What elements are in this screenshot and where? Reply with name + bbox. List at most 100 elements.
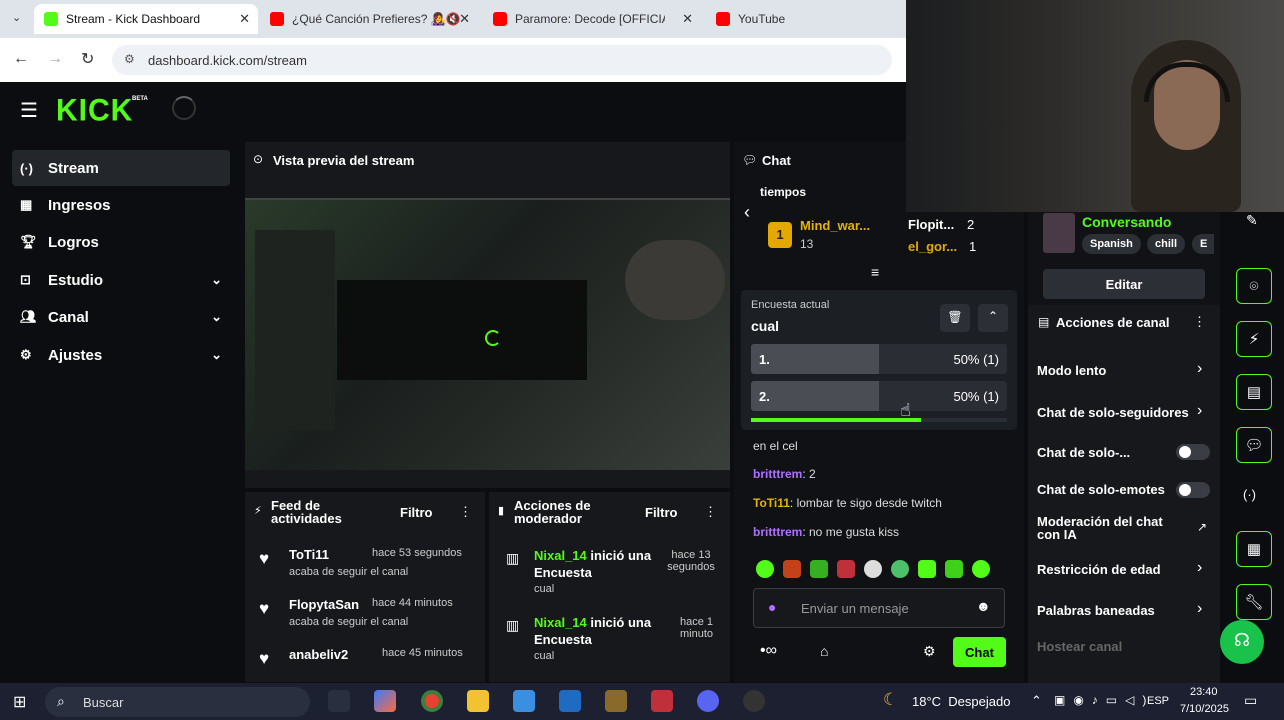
chat-input[interactable]: ● Enviar un mensaje ☻ xyxy=(753,588,1005,628)
support-icon[interactable]: ☊ xyxy=(1220,620,1264,664)
kick-logo[interactable]: KICK xyxy=(56,93,133,129)
feed-item-name[interactable]: anabeliv2 xyxy=(289,647,348,662)
mod-filter-button[interactable]: Filtro xyxy=(645,505,678,520)
edit-button[interactable]: Editar xyxy=(1043,269,1205,299)
tray-icons[interactable]: ▣◉♪▭◁) xyxy=(1054,693,1154,707)
emote-icon[interactable] xyxy=(918,560,936,578)
emote-icon[interactable] xyxy=(837,560,855,578)
clock-date[interactable]: 7/10/2025 xyxy=(1180,703,1229,715)
leader-count: 13 xyxy=(800,237,814,251)
sidebar-item-ingresos[interactable]: ▦ Ingresos xyxy=(12,187,230,223)
tray-chevron-icon[interactable]: ⌃ xyxy=(1031,693,1042,709)
emote-icon[interactable] xyxy=(891,560,909,578)
tag[interactable]: Spanish xyxy=(1082,234,1141,254)
chevron-up-icon[interactable]: ⌃ xyxy=(978,304,1008,332)
stream-video[interactable] xyxy=(245,198,730,470)
weather-text[interactable]: 18°C Despejado xyxy=(912,694,1010,709)
copilot-icon[interactable] xyxy=(374,690,396,712)
tab-list-chevron-icon[interactable]: ⌄ xyxy=(12,11,21,24)
poll-option[interactable]: 1. 50% (1) xyxy=(751,344,1007,374)
toggle-solo-subs[interactable] xyxy=(1176,444,1210,460)
emote-icon[interactable] xyxy=(783,560,801,578)
document-icon[interactable]: ▤ xyxy=(1236,374,1272,410)
outlook-icon[interactable] xyxy=(559,690,581,712)
action-age-restriction[interactable]: Restricción de edad xyxy=(1037,562,1207,577)
wrench-icon[interactable]: 🔧︎ xyxy=(1236,584,1272,620)
tab-youtube[interactable]: YouTube xyxy=(706,4,886,34)
menu-icon[interactable]: ☰ xyxy=(20,98,38,123)
action-banned-words[interactable]: Palabras baneadas xyxy=(1037,603,1207,618)
close-tab-icon[interactable]: ✕ xyxy=(459,11,470,27)
tag[interactable]: chill xyxy=(1147,234,1186,254)
chevron-left-icon[interactable]: ‹ xyxy=(744,202,750,223)
emote-icon[interactable] xyxy=(864,560,882,578)
emote-icon[interactable] xyxy=(945,560,963,578)
external-link-icon[interactable]: ↗ xyxy=(1197,520,1207,534)
emote-icon[interactable] xyxy=(756,560,774,578)
app-icon[interactable] xyxy=(651,690,673,712)
emote-icon[interactable] xyxy=(972,560,990,578)
tab-cancion[interactable]: ¿Qué Canción Prefieres? 👩‍🎤🔇 ✕ xyxy=(260,4,478,34)
tag[interactable]: E xyxy=(1192,234,1214,254)
emoji-icon[interactable]: ☻ xyxy=(976,598,991,614)
chevron-right-icon[interactable]: › xyxy=(1197,402,1202,420)
camera-icon[interactable]: ⌾ xyxy=(1236,268,1272,304)
reload-icon[interactable]: ↻ xyxy=(81,49,94,69)
layout-icon[interactable]: ▦ xyxy=(1236,531,1272,567)
chrome-icon[interactable] xyxy=(421,690,443,712)
more-options-icon[interactable]: ⋮ xyxy=(459,504,472,520)
emote-icon[interactable] xyxy=(810,560,828,578)
leader-name[interactable]: Flopit... xyxy=(908,217,954,232)
league-icon[interactable] xyxy=(605,690,627,712)
feed-filter-button[interactable]: Filtro xyxy=(400,505,433,520)
obs-icon[interactable] xyxy=(743,690,765,712)
taskbar-search[interactable]: ⌕ Buscar xyxy=(45,687,310,717)
action-modo-lento[interactable]: Modo lento xyxy=(1037,363,1207,378)
sidebar-item-logros[interactable]: 🏆︎ Logros xyxy=(12,224,230,260)
sidebar-item-ajustes[interactable]: ⚙ Ajustes ⌄ xyxy=(12,337,230,373)
mic-icon[interactable]: ● xyxy=(768,599,776,615)
tab-paramore[interactable]: Paramore: Decode [OFFICIAL VI ✕ xyxy=(483,4,701,34)
poll-option[interactable]: 2. 50% (1) xyxy=(751,381,1007,411)
sidebar-item-estudio[interactable]: ⊡ Estudio ⌄ xyxy=(12,262,230,298)
action-solo-seguidores[interactable]: Chat de solo-seguidores xyxy=(1037,405,1189,420)
bolt-icon[interactable]: ⚡︎ xyxy=(1236,321,1272,357)
leader-name[interactable]: el_gor... xyxy=(908,239,957,254)
more-options-icon[interactable]: ⋮ xyxy=(1193,314,1206,330)
store-icon[interactable]: ⌂ xyxy=(820,643,828,659)
explorer-icon[interactable] xyxy=(467,690,489,712)
windows-start-icon[interactable]: ⊞ xyxy=(13,692,26,712)
action-ia-moderation[interactable]: Moderación del chat con IA xyxy=(1037,515,1187,541)
sidebar-item-canal[interactable]: 👥︎ Canal ⌄ xyxy=(12,299,230,335)
feed-item-name[interactable]: FlopytaSan xyxy=(289,597,359,612)
forward-icon[interactable]: → xyxy=(47,50,63,68)
notification-icon[interactable]: ▭ xyxy=(1244,692,1257,709)
chevron-right-icon[interactable]: › xyxy=(1197,559,1202,577)
chat-settings-icon[interactable]: ⚙ xyxy=(923,643,936,660)
discord-icon[interactable] xyxy=(697,690,719,712)
collapse-icon[interactable]: ≡ xyxy=(871,264,879,280)
task-view-icon[interactable] xyxy=(328,690,350,712)
site-info-icon[interactable]: ⚙ xyxy=(124,52,135,66)
chevron-right-icon[interactable]: › xyxy=(1197,360,1202,378)
back-icon[interactable]: ← xyxy=(13,50,29,68)
calculator-icon[interactable] xyxy=(513,690,535,712)
more-options-icon[interactable]: ⋮ xyxy=(704,504,717,520)
feed-item-name[interactable]: ToTi11 xyxy=(289,547,329,562)
toggle-solo-emotes[interactable] xyxy=(1176,482,1210,498)
infinity-icon[interactable]: •∞ xyxy=(760,642,777,660)
chevron-right-icon[interactable]: › xyxy=(1197,600,1202,618)
sidebar-item-stream[interactable]: (·) Stream xyxy=(12,150,230,186)
close-tab-icon[interactable]: ✕ xyxy=(682,11,693,27)
clock-time[interactable]: 23:40 xyxy=(1190,686,1218,698)
chat-icon[interactable]: 💬︎ xyxy=(1236,427,1272,463)
broadcast-icon[interactable]: (·) xyxy=(1243,487,1256,502)
tab-kick-dashboard[interactable]: Stream - Kick Dashboard ✕ xyxy=(34,4,258,34)
close-tab-icon[interactable]: ✕ xyxy=(239,11,250,27)
language-indicator[interactable]: ESP xyxy=(1147,695,1169,707)
pencil-icon[interactable]: ✎ xyxy=(1246,212,1258,229)
url-field[interactable]: ⚙ dashboard.kick.com/stream xyxy=(112,45,892,75)
trash-icon[interactable]: 🗑︎ xyxy=(940,304,970,332)
leader-name[interactable]: Mind_war... xyxy=(800,218,870,233)
send-chat-button[interactable]: Chat xyxy=(953,637,1006,667)
